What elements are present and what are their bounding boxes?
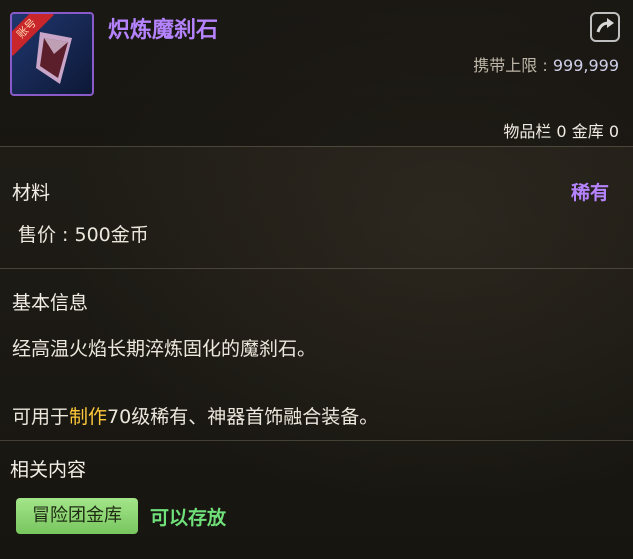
usage-suffix: 70级稀有、神器首饰融合装备。 (107, 406, 379, 428)
section-divider (0, 268, 633, 269)
item-icon: 账号 (10, 12, 94, 96)
usage-highlight: 制作 (69, 406, 108, 428)
carry-limit-value: 999,999 (552, 56, 619, 75)
related-divider (0, 440, 633, 441)
basic-info-title: 基本信息 (12, 292, 89, 314)
red-crystal-gem-icon (36, 32, 72, 84)
inventory-label: 物品栏 (503, 122, 552, 141)
sell-price: 售价 : 500金币 (18, 224, 149, 246)
rarity-label: 稀有 (570, 182, 609, 204)
related-title: 相关内容 (10, 459, 87, 481)
usage-prefix: 可用于 (12, 406, 70, 428)
storage-counts: 物品栏 0 金库 0 (503, 118, 619, 142)
item-type: 材料 (12, 182, 51, 204)
storage-note: 可以存放 (150, 507, 227, 529)
carry-limit-label: 携带上限 : (473, 56, 553, 75)
vault-count: 0 (608, 122, 619, 141)
item-description: 经高温火焰长期淬炼固化的魔刹石。 (12, 338, 317, 360)
share-button[interactable] (590, 12, 620, 42)
carry-limit: 携带上限 : 999,999 (473, 52, 619, 76)
item-usage: 可用于制作70级稀有、神器首饰融合装备。 (12, 402, 378, 429)
share-icon (596, 18, 614, 33)
item-header: 账号 炽炼魔刹石 携带上限 : 999,999 物品栏 0 金库 0 (0, 0, 633, 146)
inventory-count: 0 (556, 122, 567, 141)
header-divider (0, 146, 633, 147)
vault-label: 金库 (571, 122, 604, 141)
item-name: 炽炼魔刹石 (108, 18, 219, 43)
storage-badge: 冒险团金库 (16, 498, 138, 534)
